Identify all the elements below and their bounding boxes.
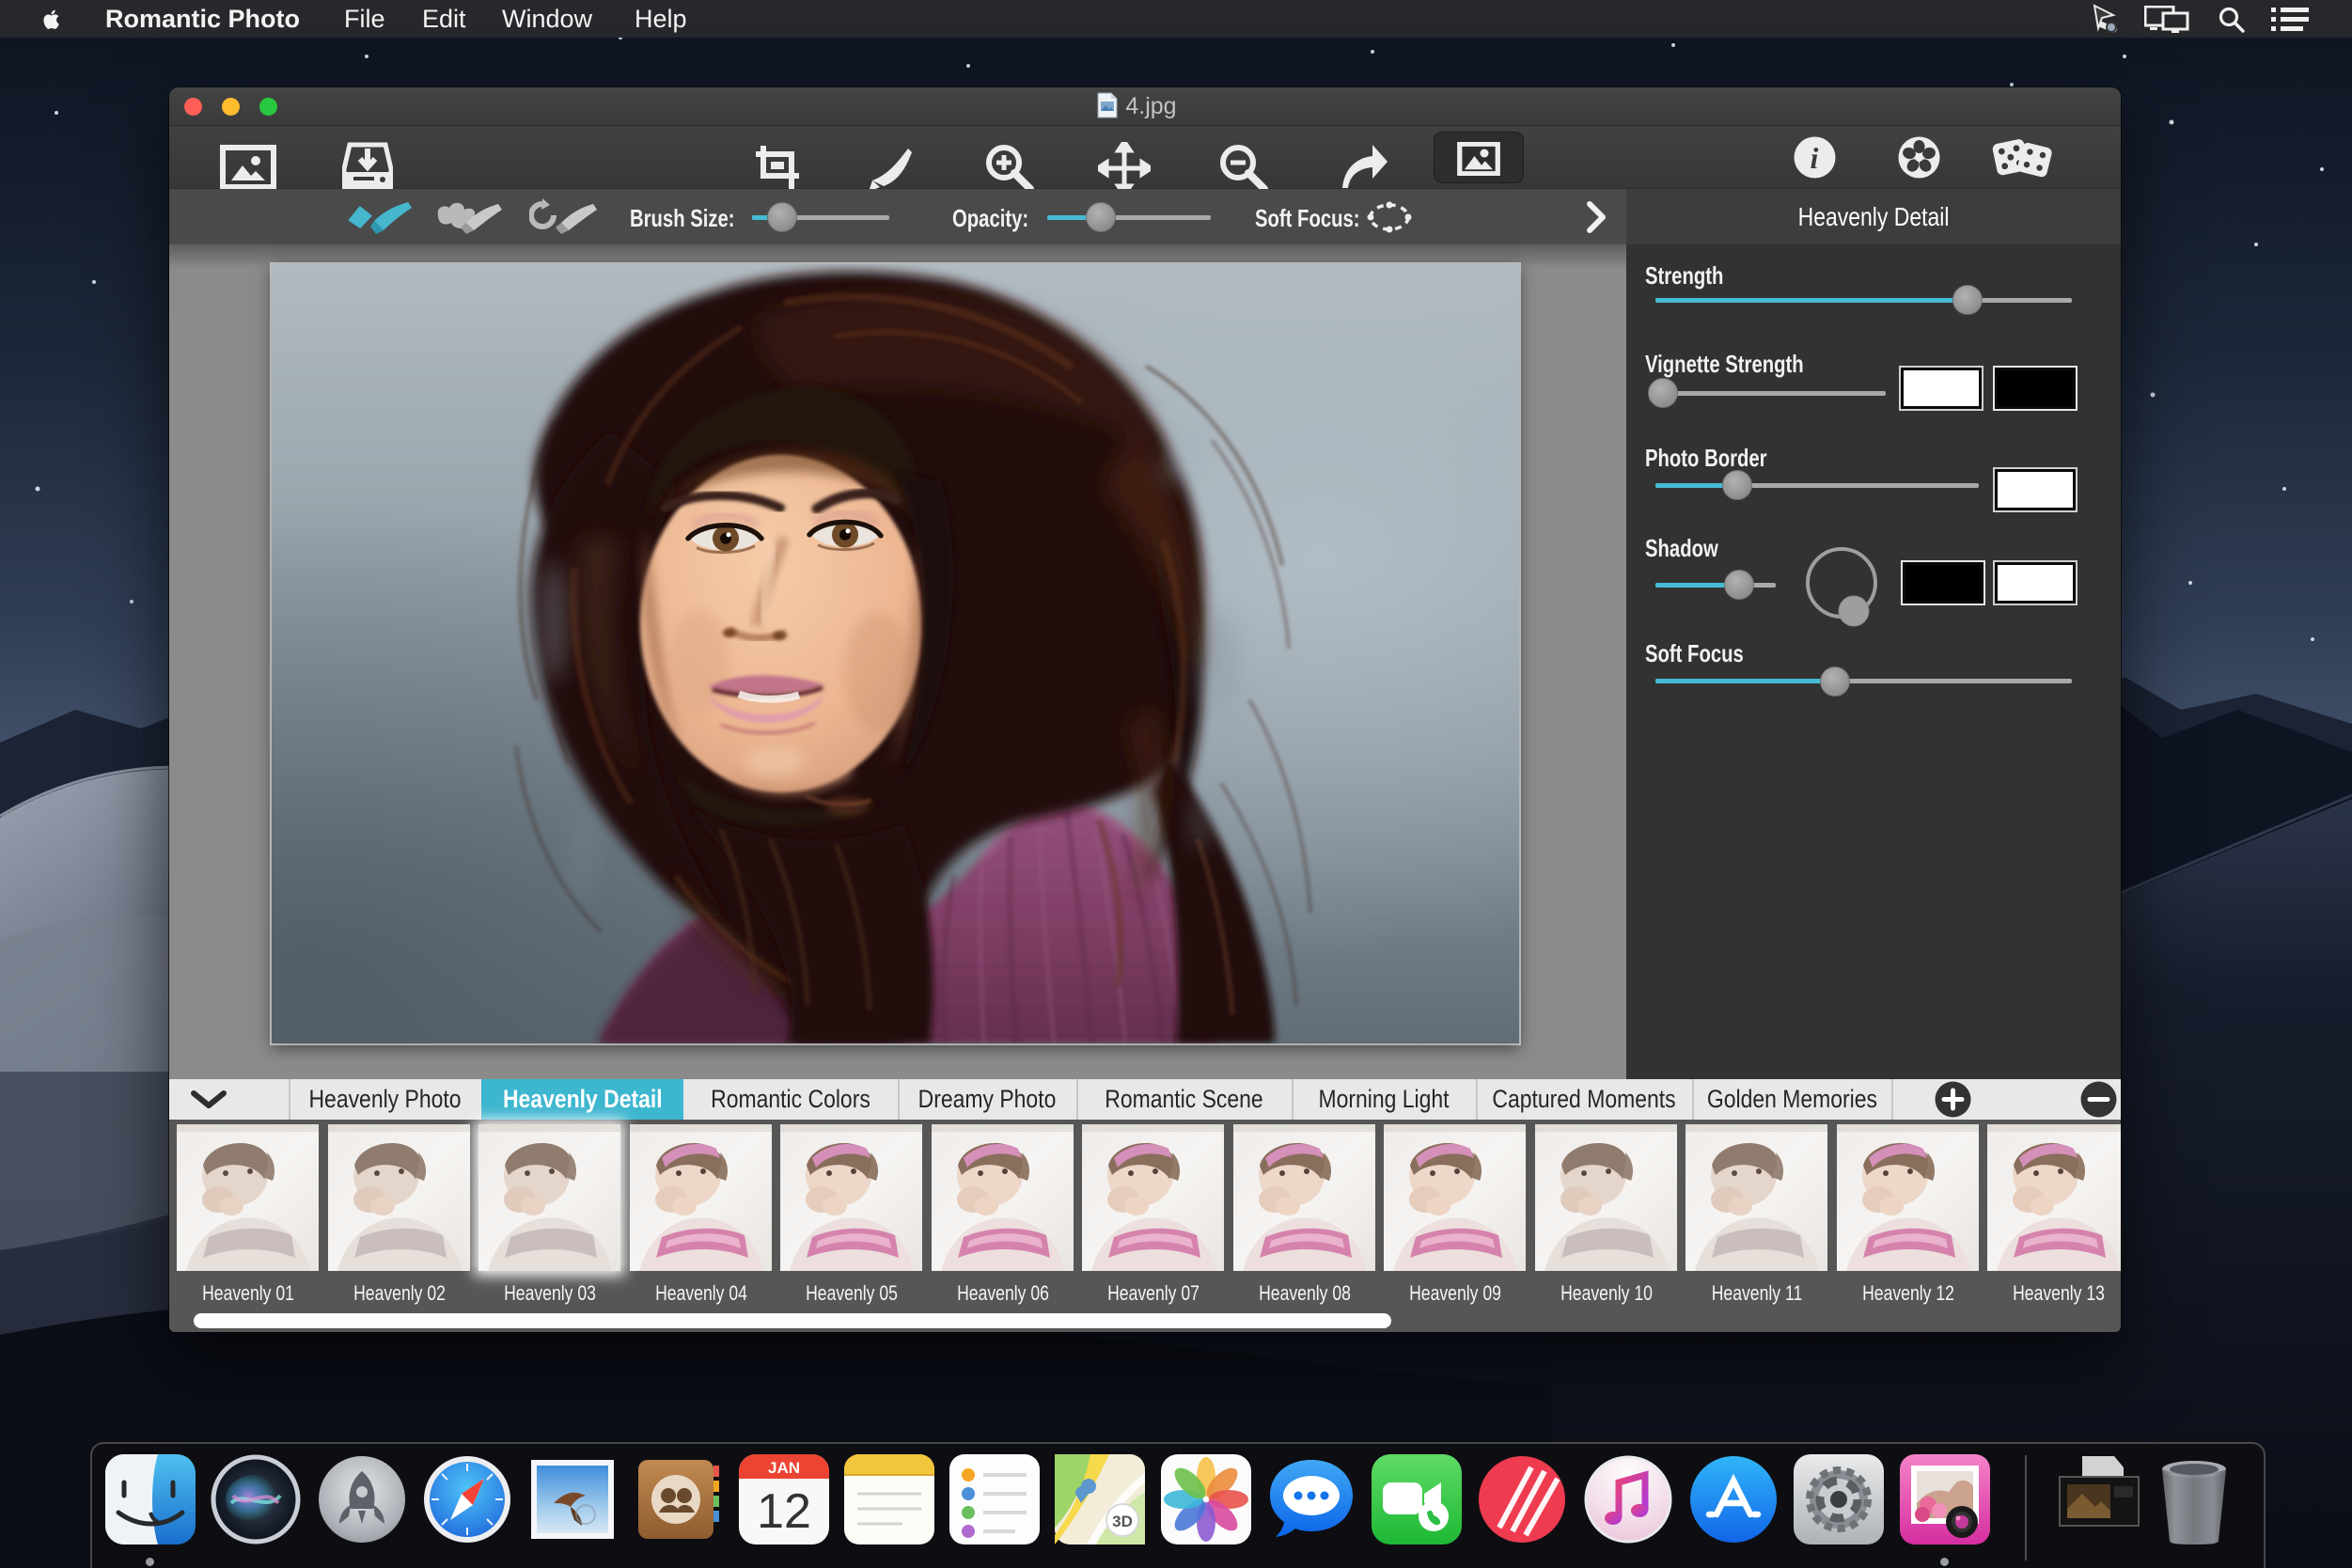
svg-text:12: 12 <box>757 1484 811 1539</box>
svg-text:JAN: JAN <box>768 1459 800 1477</box>
svg-text:3D: 3D <box>1112 1513 1133 1530</box>
svg-text:i: i <box>1811 141 1819 175</box>
